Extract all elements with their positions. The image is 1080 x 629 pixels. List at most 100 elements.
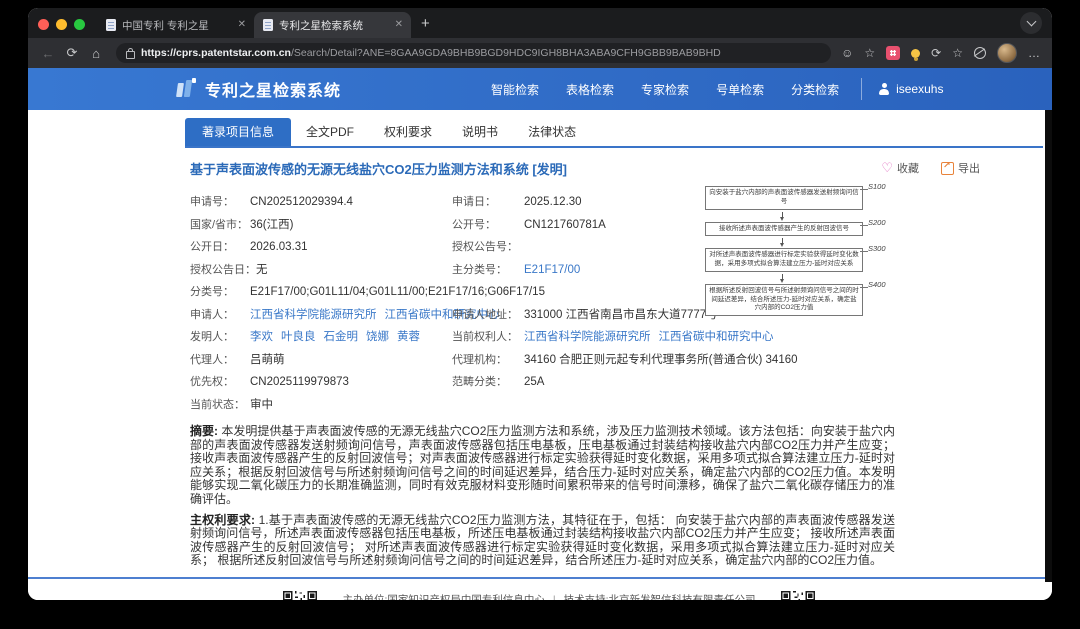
nav-expert-search[interactable]: 专家检索 (641, 81, 689, 98)
close-window-button[interactable] (38, 19, 49, 30)
field-label: 优先权： (190, 376, 234, 389)
new-tab-button[interactable]: + (411, 15, 440, 38)
close-tab-icon[interactable]: ✕ (238, 20, 246, 30)
field-row: 优先权： CN2025119979873 范畴分类： 25A (190, 370, 895, 393)
more-menu-icon[interactable]: … (1028, 47, 1040, 59)
field-label: 申请日： (452, 196, 496, 209)
tab-description[interactable]: 说明书 (447, 118, 513, 146)
field-label: 范畴分类： (452, 376, 507, 389)
agent: 吕萌萌 (250, 353, 285, 366)
smiley-face-icon[interactable]: ☺ (841, 47, 853, 59)
tab-title: 专利之星检索系统 (279, 19, 363, 32)
tab-biblio-info[interactable]: 著录项目信息 (185, 118, 292, 146)
browser-tab-bar: 中国专利 专利之星 ✕ 专利之星检索系统 ✕ + (28, 8, 1052, 38)
user-icon (878, 83, 890, 95)
flowchart-step-tag: S200 (860, 217, 886, 227)
applicant-address: 331000 江西省南昌市昌东大道7777号 (524, 308, 718, 321)
tab-fulltext-pdf[interactable]: 全文PDF (291, 118, 369, 146)
application-date: 2025.12.30 (524, 196, 582, 209)
document-tabs: 著录项目信息 全文PDF 权利要求 说明书 法律状态 (185, 118, 895, 146)
inventor-link[interactable]: 石金明 (324, 328, 359, 344)
flowchart-arrow-icon (780, 238, 784, 248)
tab-legal-status[interactable]: 法律状态 (513, 118, 591, 146)
zoom-window-button[interactable] (74, 19, 85, 30)
flowchart-step-tag: S100 (860, 182, 886, 191)
share-icon[interactable] (974, 47, 986, 59)
field-label: 申请人： (190, 308, 234, 321)
page-scrollbar[interactable] (1045, 110, 1052, 582)
lightbulb-icon[interactable] (911, 48, 921, 61)
footer-divider (28, 576, 1052, 579)
priority: CN2025119979873 (250, 376, 349, 389)
owner-link[interactable]: 江西省科学院能源研究所 (524, 328, 651, 344)
close-tab-icon[interactable]: ✕ (395, 20, 403, 30)
inventor-link[interactable]: 黄蓉 (397, 328, 420, 344)
nav-table-search[interactable]: 表格检索 (566, 81, 614, 98)
field-label: 当前状态： (190, 398, 245, 411)
owner-link[interactable]: 江西省碳中和研究中心 (659, 328, 774, 344)
flowchart-arrow-icon (780, 273, 784, 283)
field-row: 发明人： 李欢 叶良良 石金明 饶娜 黄蓉 当前权利人： 江西省科学院能源研究所 江西省碳中和… (190, 325, 895, 348)
home-button[interactable]: ⌂ (86, 46, 106, 61)
sync-icon[interactable]: ⟳ (931, 47, 941, 59)
browser-toolbar: ← ⟳ ⌂ https://cprs.patentstar.com.cn/Sea… (28, 38, 1052, 68)
field-label: 授权公告号： (452, 241, 518, 254)
patent-title: 基于声表面波传感的无源无线盐穴CO2压力监测方法和系统 [发明] (190, 162, 568, 177)
field-row: 当前状态： 审中 (190, 393, 895, 416)
footer-host: 主办单位:国家知识产权局中国专利信息中心 (342, 593, 545, 600)
favorite-button[interactable]: ♡ 收藏 (881, 160, 919, 176)
category-class: 25A (524, 376, 545, 389)
back-button[interactable]: ← (38, 46, 58, 61)
abstract-paragraph: 摘要: 本发明提供基于声表面波传感的无源无线盐穴CO2压力监测方法和系统，涉及压… (190, 424, 895, 507)
nav-class-search[interactable]: 分类检索 (791, 81, 839, 98)
site-logo[interactable]: 专利之星检索系统 (175, 77, 341, 101)
browser-window: 中国专利 专利之星 ✕ 专利之星检索系统 ✕ + ← ⟳ ⌂ https://c… (28, 8, 1052, 600)
inventor-link[interactable]: 李欢 (250, 328, 273, 344)
browser-tab-2-active[interactable]: 专利之星检索系统 ✕ (254, 12, 411, 38)
qr-code-icon (781, 590, 815, 600)
flowchart-box: 对所述声表面波传感器进行标定实验获得延时变化数据，采用多项式拟合算法建立压力-延… (705, 248, 863, 272)
tab-search-button[interactable] (1020, 12, 1042, 34)
applicant-link[interactable]: 江西省科学院能源研究所 (250, 306, 377, 322)
username: iseexuhs (896, 82, 944, 96)
site-logo-text: 专利之星检索系统 (205, 83, 342, 100)
flowchart-step: 对所述声表面波传感器进行标定实验获得延时变化数据，采用多项式拟合算法建立压力-延… (705, 244, 897, 272)
minimize-window-button[interactable] (56, 19, 67, 30)
browser-tab-1[interactable]: 中国专利 专利之星 ✕ (97, 12, 254, 38)
field-label: 国家/省市： (190, 218, 249, 231)
tab-title: 中国专利 专利之星 (122, 19, 209, 32)
site-header: 专利之星检索系统 智能检索 表格检索 专家检索 号单检索 分类检索 iseexu… (28, 68, 1052, 110)
abstract-text: 本发明提供基于声表面波传感的无源无线盐穴CO2压力监测方法和系统，涉及压力监测技… (190, 424, 895, 506)
field-label: 主分类号： (452, 263, 507, 276)
star-icon[interactable]: ☆ (864, 47, 875, 59)
page-favicon-icon (106, 19, 116, 31)
tab-claims[interactable]: 权利要求 (369, 118, 447, 146)
agency: 34160 合肥正则元起专利代理事务所(普通合伙) 34160 (524, 353, 798, 366)
url-text: https://cprs.patentstar.com.cn/Search/De… (141, 47, 721, 59)
profile-avatar[interactable] (997, 43, 1017, 63)
pink-extension-icon[interactable] (886, 46, 901, 60)
main-class-link[interactable]: E21F17/00 (524, 264, 580, 276)
patent-detail: 著录项目信息 全文PDF 权利要求 说明书 法律状态 基于声表面波传感的无源无线… (28, 110, 897, 568)
user-menu[interactable]: iseexuhs (878, 82, 943, 96)
main-claim-paragraph: 主权利要求: 1.基于声表面波传感的无源无线盐穴CO2压力监测方法，其特征在于，… (190, 513, 895, 568)
field-label: 分类号： (190, 286, 234, 299)
bookmark-star-icon[interactable]: ☆ (952, 47, 963, 59)
title-row: 基于声表面波传感的无源无线盐穴CO2压力监测方法和系统 [发明] (190, 159, 895, 177)
export-button[interactable]: 导出 (941, 160, 980, 176)
field-row: 代理人： 吕萌萌 代理机构： 34160 合肥正则元起专利代理事务所(普通合伙) 3… (190, 348, 895, 371)
field-label: 授权公告日： (190, 263, 256, 276)
title-actions: ♡收藏 导出 (881, 160, 980, 176)
inventor-link[interactable]: 叶良良 (281, 328, 316, 344)
field-label: 公开日： (190, 241, 234, 254)
nav-smart-search[interactable]: 智能检索 (491, 81, 539, 98)
flowchart-step-tag: S300 (860, 244, 886, 254)
classification-numbers: E21F17/00;G01L11/04;G01L11/00;E21F17/16;… (250, 286, 545, 299)
page-viewport: 专利之星检索系统 智能检索 表格检索 专家检索 号单检索 分类检索 iseexu… (28, 68, 1052, 600)
address-bar[interactable]: https://cprs.patentstar.com.cn/Search/De… (116, 43, 832, 63)
heart-icon: ♡ (881, 160, 893, 175)
reload-button[interactable]: ⟳ (62, 45, 82, 61)
inventor-link[interactable]: 饶娜 (366, 328, 389, 344)
nav-number-search[interactable]: 号单检索 (716, 81, 764, 98)
flowchart-arrow-icon (780, 211, 784, 221)
